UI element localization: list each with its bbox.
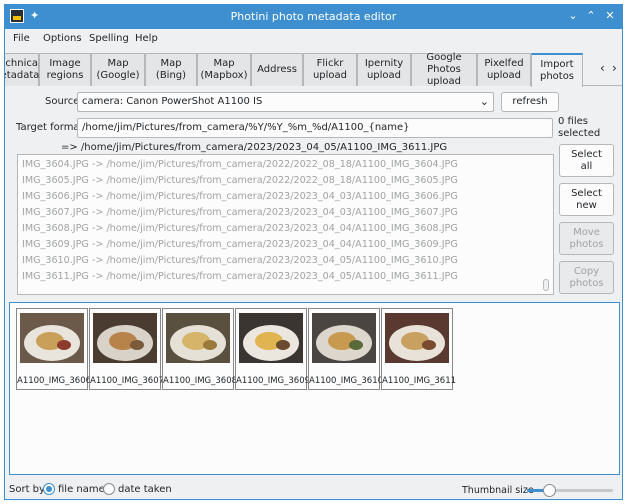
files-selected-count: 0 files selected: [558, 116, 601, 139]
file-list-item[interactable]: IMG_3610.JPG -> /home/jim/Pictures/from_…: [22, 255, 458, 266]
photo-thumbnail-image: [385, 313, 449, 363]
menu-help[interactable]: Help: [135, 33, 158, 44]
source-combobox[interactable]: camera: Canon PowerShot A1100 IS ⌄: [77, 92, 494, 112]
title-bar: ✦ Photini photo metadata editor ⌄ ⌃ ✕: [5, 5, 622, 29]
sort-file-name-radio[interactable]: [43, 483, 55, 495]
app-window: ✦ Photini photo metadata editor ⌄ ⌃ ✕ Fi…: [4, 4, 623, 500]
sort-file-name-label[interactable]: file name: [58, 484, 105, 495]
file-list-item[interactable]: IMG_3608.JPG -> /home/jim/Pictures/from_…: [22, 223, 458, 234]
tab-0[interactable]: echnical etadata: [5, 53, 41, 86]
tab-9[interactable]: Pixelfed upload: [477, 53, 531, 86]
maximize-icon[interactable]: ⌃: [584, 9, 598, 23]
menu-spelling[interactable]: Spelling: [89, 33, 129, 44]
thumbnail[interactable]: A1100_IMG_3606: [16, 308, 92, 390]
select-new-button[interactable]: Select new: [559, 183, 614, 216]
thumbnail-caption: A1100_IMG_3608: [163, 376, 238, 386]
sort-date-taken-radio[interactable]: [103, 483, 115, 495]
tab-bar: echnical etadataImage regionsMap (Google…: [5, 51, 622, 87]
file-list-item[interactable]: IMG_3605.JPG -> /home/jim/Pictures/from_…: [22, 175, 458, 186]
photo-thumbnail-image: [239, 313, 303, 363]
photo-thumbnail-image: [312, 313, 376, 363]
source-value: camera: Canon PowerShot A1100 IS: [82, 96, 263, 107]
thumbnail[interactable]: A1100_IMG_3611: [381, 308, 457, 390]
select-all-button[interactable]: Select all: [559, 144, 614, 177]
file-list-item[interactable]: IMG_3611.JPG -> /home/jim/Pictures/from_…: [22, 271, 458, 282]
refresh-button[interactable]: refresh: [501, 92, 559, 112]
close-icon[interactable]: ✕: [603, 9, 617, 23]
chevron-down-icon[interactable]: ⌄: [480, 95, 489, 108]
file-list-item[interactable]: IMG_3607.JPG -> /home/jim/Pictures/from_…: [22, 207, 458, 218]
file-list[interactable]: IMG_3604.JPG -> /home/jim/Pictures/from_…: [17, 154, 554, 295]
thumbnail[interactable]: A1100_IMG_3609: [235, 308, 311, 390]
tab-3[interactable]: Map (Bing): [145, 53, 197, 86]
tab-5[interactable]: Address: [251, 53, 303, 86]
tab-2[interactable]: Map (Google): [91, 53, 145, 86]
footer-bar: Sort by file name date taken Thumbnail s…: [5, 479, 622, 499]
thumbnail-size-label: Thumbnail size: [462, 485, 534, 496]
menu-options[interactable]: Options: [43, 33, 82, 44]
window-title: Photini photo metadata editor: [230, 10, 397, 23]
thumbnail-size-slider[interactable]: [527, 484, 613, 497]
tab-10[interactable]: Import photos: [531, 53, 583, 87]
thumbnail-caption: A1100_IMG_3610: [309, 376, 384, 386]
sort-date-taken-label[interactable]: date taken: [118, 484, 172, 495]
target-format-input[interactable]: /home/jim/Pictures/from_camera/%Y/%Y_%m_…: [77, 118, 553, 138]
minimize-icon[interactable]: ⌄: [566, 9, 580, 23]
target-format-label: Target format: [16, 122, 84, 133]
tab-1[interactable]: Image regions: [39, 53, 91, 86]
thumbnail-caption: A1100_IMG_3607: [90, 376, 165, 386]
thumbnail-size-slider-handle[interactable]: [542, 484, 556, 497]
thumbnail-area[interactable]: A1100_IMG_3606 A1100_IMG_3607 A1100_IMG_36…: [9, 302, 620, 475]
photo-thumbnail-image: [166, 313, 230, 363]
thumbnail-caption: A1100_IMG_3609: [236, 376, 311, 386]
tab-scroll-right-icon[interactable]: ›: [612, 61, 617, 75]
move-photos-button[interactable]: Move photos: [559, 222, 614, 255]
thumbnail-caption: A1100_IMG_3611: [382, 376, 457, 386]
tab-6[interactable]: Flickr upload: [303, 53, 357, 86]
tab-7[interactable]: Ipernity upload: [357, 53, 411, 86]
file-list-item[interactable]: IMG_3606.JPG -> /home/jim/Pictures/from_…: [22, 191, 458, 202]
file-list-scrollbar[interactable]: [543, 279, 549, 291]
tab-8[interactable]: Google Photos upload: [411, 52, 477, 87]
tab-scroll-left-icon[interactable]: ‹: [600, 61, 605, 75]
photo-thumbnail-image: [93, 313, 157, 363]
file-list-item[interactable]: IMG_3604.JPG -> /home/jim/Pictures/from_…: [22, 159, 458, 170]
source-label: Source: [45, 96, 80, 107]
tab-4[interactable]: Map (Mapbox): [197, 53, 251, 86]
target-preview: => /home/jim/Pictures/from_camera/2023/2…: [61, 142, 448, 153]
thumbnail-caption: A1100_IMG_3606: [17, 376, 92, 386]
thumbnail[interactable]: A1100_IMG_3610: [308, 308, 384, 390]
sort-by-label: Sort by: [9, 484, 45, 495]
thumbnail[interactable]: A1100_IMG_3608: [162, 308, 238, 390]
copy-photos-button[interactable]: Copy photos: [559, 261, 614, 294]
menu-file[interactable]: File: [13, 33, 30, 44]
photo-thumbnail-image: [20, 313, 84, 363]
file-list-item[interactable]: IMG_3609.JPG -> /home/jim/Pictures/from_…: [22, 239, 458, 250]
menu-bar: File Options Spelling Help: [5, 29, 622, 51]
thumbnail[interactable]: A1100_IMG_3607: [89, 308, 165, 390]
